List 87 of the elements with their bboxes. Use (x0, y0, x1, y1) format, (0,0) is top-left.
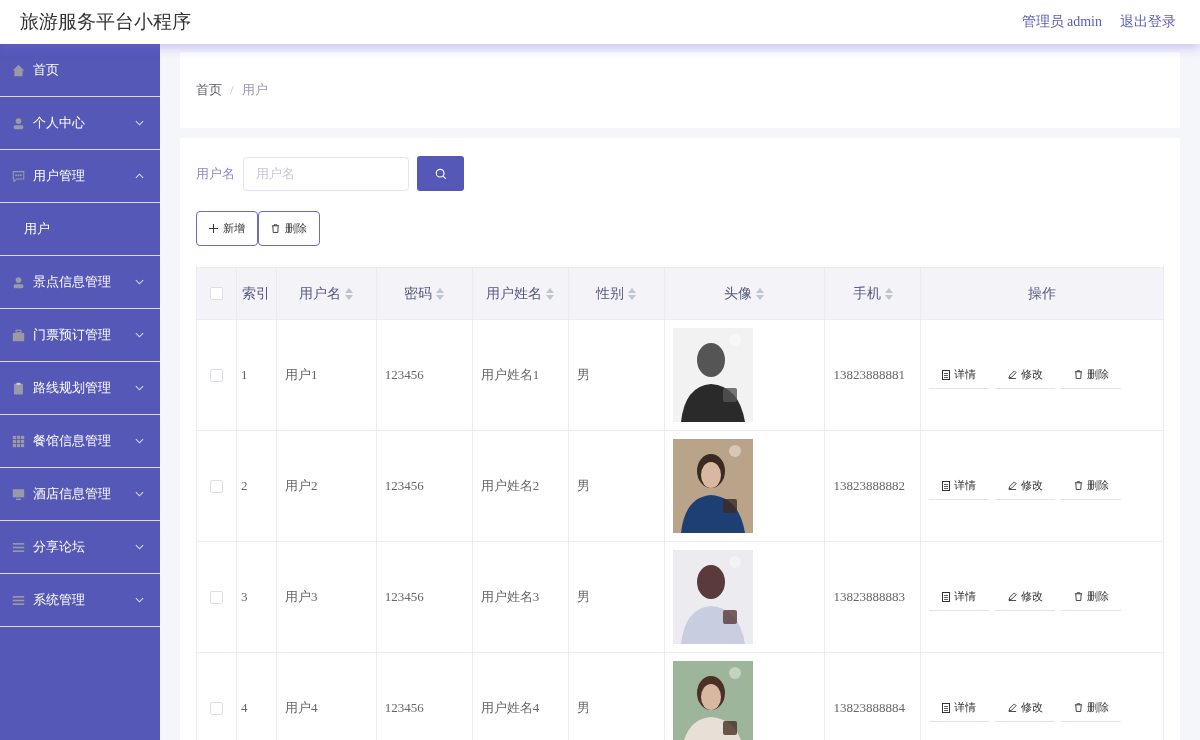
delete-button[interactable]: 删除 (258, 211, 320, 246)
table-cell: 用户姓名1 (480, 366, 540, 384)
table-cell: 用户姓名4 (480, 699, 540, 717)
row-checkbox[interactable] (210, 590, 223, 604)
app-title: 旅游服务平台小程序 (20, 10, 191, 34)
menu-item[interactable]: 景点信息管理 (0, 256, 160, 309)
chevron-icon (135, 385, 144, 391)
search-icon (434, 167, 447, 180)
chevron-icon (135, 544, 144, 550)
menu-item[interactable]: 分享论坛 (0, 521, 160, 574)
column-header[interactable]: 密码 (376, 268, 473, 319)
row-checkbox[interactable] (210, 479, 223, 493)
table-cell: 用户1 (284, 366, 318, 384)
table-cell: 123456 (384, 589, 424, 605)
sort-icon (628, 287, 637, 300)
chevron-icon (135, 597, 144, 603)
admin-link[interactable]: 管理员 admin (1021, 13, 1102, 31)
document-icon (942, 591, 951, 602)
column-header[interactable]: 用户姓名 (472, 268, 569, 319)
pencil-icon (1007, 592, 1017, 601)
menu-item[interactable]: 路线规划管理 (0, 362, 160, 415)
document-icon (942, 702, 951, 713)
logout-link[interactable]: 退出登录 (1120, 13, 1176, 31)
table-cell: 用户姓名2 (480, 477, 540, 495)
chevron-icon (135, 120, 144, 126)
trash-icon (1073, 703, 1083, 712)
select-all-checkbox[interactable] (210, 287, 223, 300)
table-cell: 4 (240, 700, 248, 716)
sort-icon (436, 287, 445, 300)
table-cell: 用户4 (284, 699, 318, 717)
menu-item[interactable]: 酒店信息管理 (0, 468, 160, 521)
table-cell: 男 (576, 699, 590, 717)
table-cell: 3 (240, 589, 248, 605)
breadcrumb-separator: / (230, 82, 234, 98)
table-cell: 13823888881 (833, 367, 905, 383)
table-cell: 13823888883 (833, 589, 905, 605)
table-cell: 男 (576, 477, 590, 495)
chevron-icon (135, 491, 144, 497)
column-header[interactable]: 手机 (825, 268, 922, 319)
menu-item[interactable]: 餐馆信息管理 (0, 415, 160, 468)
sort-icon (345, 287, 354, 300)
search-label: 用户名 (196, 164, 235, 183)
column-header[interactable]: 头像 (664, 268, 826, 319)
submenu-item[interactable]: 用户 (0, 203, 160, 256)
menu-item[interactable]: 个人中心 (0, 97, 160, 150)
table-cell: 13823888884 (833, 700, 905, 716)
sort-icon (546, 287, 555, 300)
table-cell: 用户2 (284, 477, 318, 495)
search-button[interactable] (417, 156, 464, 191)
chevron-icon (135, 438, 144, 444)
document-icon (942, 480, 951, 491)
trash-icon (271, 224, 280, 233)
table-cell: 男 (576, 366, 590, 384)
column-header[interactable]: 用户名 (276, 268, 377, 319)
pencil-icon (1007, 703, 1017, 712)
table-cell: 13823888882 (833, 478, 905, 494)
chevron-icon (135, 279, 144, 285)
trash-icon (1073, 481, 1083, 490)
sort-icon (884, 287, 893, 300)
plus-icon (209, 224, 218, 233)
menu-item[interactable]: 用户管理 (0, 150, 160, 203)
row-checkbox[interactable] (210, 701, 223, 715)
sort-icon (756, 287, 765, 300)
table-cell: 2 (240, 478, 248, 494)
column-header[interactable]: 操作 (921, 268, 1163, 319)
column-header[interactable]: 索引 (236, 268, 277, 319)
table-cell: 1 (240, 367, 248, 383)
breadcrumb-link[interactable]: 首页 (196, 81, 222, 99)
column-header[interactable]: 性别 (568, 268, 665, 319)
document-icon (942, 369, 951, 380)
add-button[interactable]: 新增 (196, 211, 258, 246)
table-cell: 123456 (384, 700, 424, 716)
table-cell: 用户姓名3 (480, 588, 540, 606)
table-cell: 123456 (384, 478, 424, 494)
menu-item[interactable]: 系统管理 (0, 574, 160, 627)
trash-icon (1073, 592, 1083, 601)
trash-icon (1073, 370, 1083, 379)
row-checkbox[interactable] (210, 368, 223, 382)
chevron-icon (135, 173, 144, 179)
chevron-icon (135, 332, 144, 338)
table-cell: 男 (576, 588, 590, 606)
pencil-icon (1007, 481, 1017, 490)
table-cell: 123456 (384, 367, 424, 383)
menu-item[interactable]: 门票预订管理 (0, 309, 160, 362)
pencil-icon (1007, 370, 1017, 379)
menu-item[interactable]: 首页 (0, 44, 160, 97)
table-cell: 用户3 (284, 588, 318, 606)
